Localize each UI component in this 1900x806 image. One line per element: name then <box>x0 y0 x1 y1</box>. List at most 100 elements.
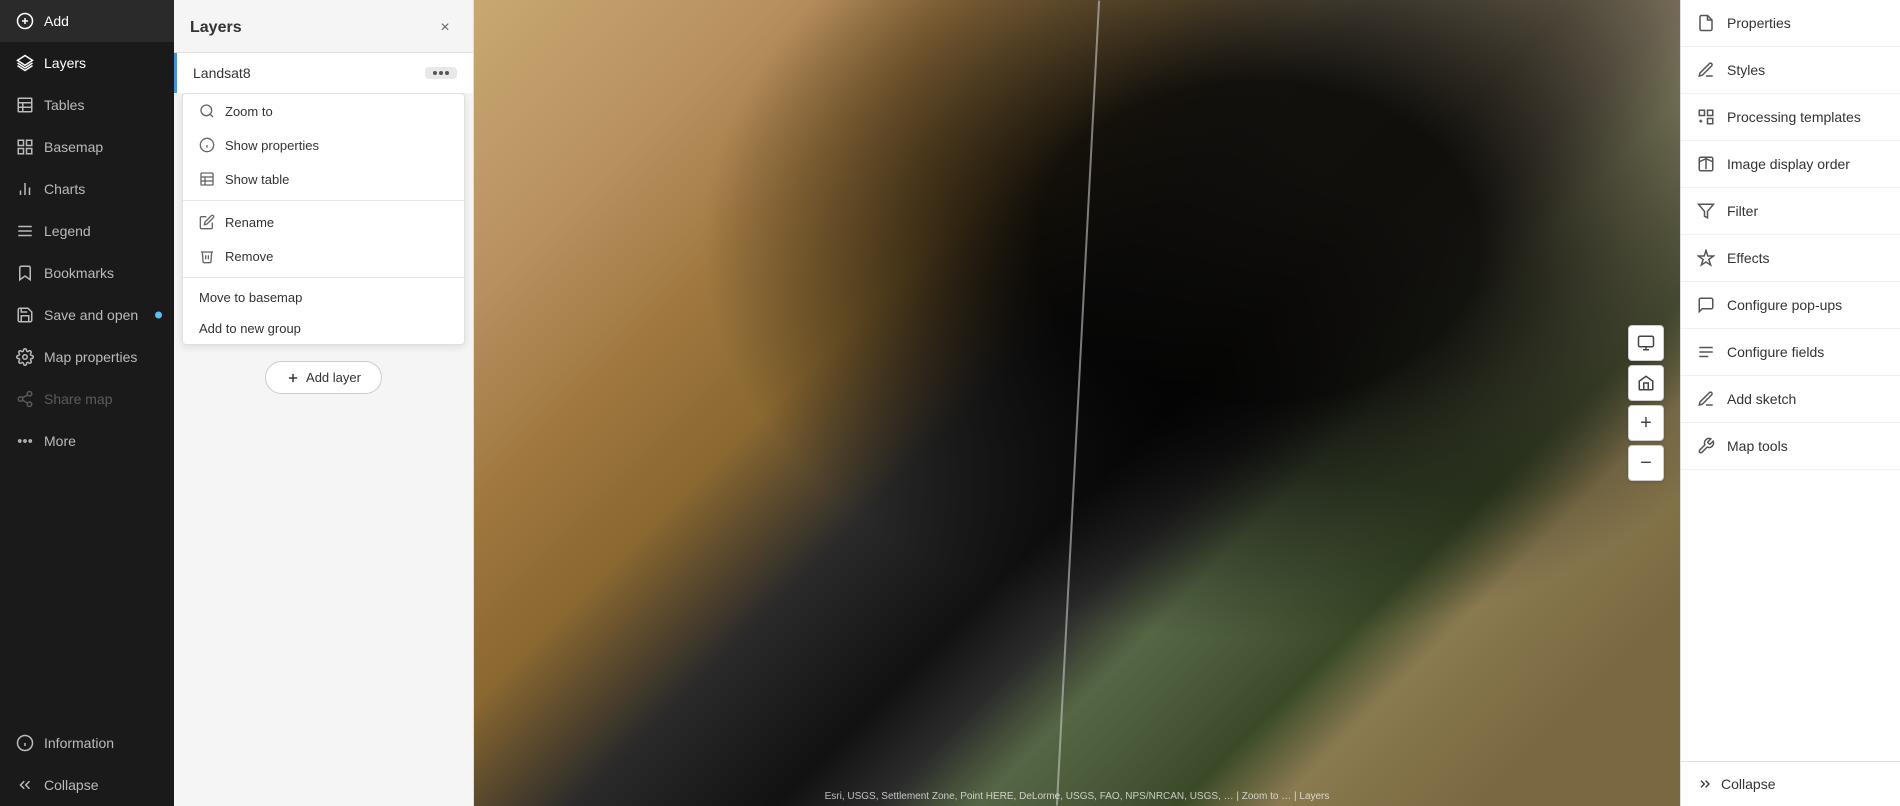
sidebar-item-more[interactable]: More <box>0 420 174 462</box>
sidebar-item-legend[interactable]: Legend <box>0 210 174 252</box>
popup-icon <box>1697 296 1715 314</box>
sidebar-item-tables[interactable]: Tables <box>0 84 174 126</box>
right-item-processing-templates[interactable]: Processing templates <box>1681 94 1900 141</box>
basemap-icon <box>16 138 34 156</box>
sidebar-item-collapse-label: Collapse <box>44 777 98 793</box>
right-item-filter-label: Filter <box>1727 203 1758 219</box>
sidebar-item-save-open-label: Save and open <box>44 307 138 323</box>
menu-item-zoom-to[interactable]: Zoom to <box>183 94 464 128</box>
home-icon <box>1637 374 1655 392</box>
sidebar-item-tables-label: Tables <box>44 97 84 113</box>
sidebar-item-add-label: Add <box>44 13 69 29</box>
layer-item-landsat8[interactable]: Landsat8 <box>174 53 473 93</box>
map-zoom-out-button[interactable]: − <box>1628 445 1664 481</box>
layers-close-button[interactable]: × <box>433 16 457 40</box>
sidebar-item-basemap-label: Basemap <box>44 139 103 155</box>
gear-icon <box>16 348 34 366</box>
menu-show-table-label: Show table <box>225 172 289 187</box>
layers-panel-header: Layers × <box>174 0 473 53</box>
sidebar-item-charts[interactable]: Charts <box>0 168 174 210</box>
layer-name: Landsat8 <box>193 65 425 81</box>
sidebar-item-save-open[interactable]: Save and open <box>0 294 174 336</box>
sidebar-item-information-label: Information <box>44 735 114 751</box>
right-collapse-label: Collapse <box>1721 776 1775 792</box>
menu-item-show-table[interactable]: Show table <box>183 162 464 196</box>
fullscreen-icon <box>1637 334 1655 352</box>
menu-show-properties-label: Show properties <box>225 138 319 153</box>
right-item-configure-popups[interactable]: Configure pop-ups <box>1681 282 1900 329</box>
menu-zoom-to-label: Zoom to <box>225 104 273 119</box>
sidebar-item-share-map[interactable]: Share map <box>0 378 174 420</box>
menu-rename-label: Rename <box>225 215 274 230</box>
sidebar-item-bookmarks[interactable]: Bookmarks <box>0 252 174 294</box>
context-menu-divider-2 <box>183 277 464 278</box>
right-item-effects[interactable]: Effects <box>1681 235 1900 282</box>
sidebar-item-basemap[interactable]: Basemap <box>0 126 174 168</box>
map-credit: Esri, USGS, Settlement Zone, Point HERE,… <box>825 791 1330 802</box>
menu-item-remove[interactable]: Remove <box>183 239 464 273</box>
save-icon <box>16 306 34 324</box>
menu-item-move-basemap[interactable]: Move to basemap <box>183 282 464 313</box>
legend-icon <box>16 222 34 240</box>
right-item-configure-fields-label: Configure fields <box>1727 344 1824 360</box>
right-collapse-button[interactable]: Collapse <box>1681 761 1900 806</box>
filter-icon <box>1697 202 1715 220</box>
effects-icon <box>1697 249 1715 267</box>
right-item-styles[interactable]: Styles <box>1681 47 1900 94</box>
chart-icon <box>16 180 34 198</box>
map-controls: + − <box>1628 325 1664 481</box>
sidebar-item-layers-label: Layers <box>44 55 86 71</box>
table-icon <box>16 96 34 114</box>
sidebar-item-layers[interactable]: Layers <box>0 42 174 84</box>
map-area[interactable]: Esri, USGS, Settlement Zone, Point HERE,… <box>474 0 1680 806</box>
sidebar-item-map-properties[interactable]: Map properties <box>0 336 174 378</box>
map-fullscreen-button[interactable] <box>1628 325 1664 361</box>
layers-panel-title: Layers <box>190 19 242 37</box>
processing-icon <box>1697 108 1715 126</box>
sketch-icon <box>1697 390 1715 408</box>
zoom-icon <box>199 103 215 119</box>
right-item-image-display-order[interactable]: Image display order <box>1681 141 1900 188</box>
add-layer-button[interactable]: Add layer <box>265 361 382 394</box>
right-item-properties-label: Properties <box>1727 15 1791 31</box>
sidebar-item-add[interactable]: Add <box>0 0 174 42</box>
right-item-filter[interactable]: Filter <box>1681 188 1900 235</box>
right-item-add-sketch[interactable]: Add sketch <box>1681 376 1900 423</box>
right-item-properties[interactable]: Properties <box>1681 0 1900 47</box>
chevrons-right-icon <box>1697 776 1713 792</box>
image-order-icon <box>1697 155 1715 173</box>
map-home-button[interactable] <box>1628 365 1664 401</box>
right-item-image-display-order-label: Image display order <box>1727 156 1850 172</box>
trash-icon <box>199 248 215 264</box>
layers-panel: Layers × Landsat8 Zoom to Show propertie… <box>174 0 474 806</box>
right-sidebar: Properties Styles Processing templates I… <box>1680 0 1900 806</box>
sidebar-item-share-map-label: Share map <box>44 391 112 407</box>
more-icon <box>16 432 34 450</box>
properties-icon <box>1697 14 1715 32</box>
menu-item-rename[interactable]: Rename <box>183 205 464 239</box>
right-item-styles-label: Styles <box>1727 62 1765 78</box>
right-item-map-tools[interactable]: Map tools <box>1681 423 1900 470</box>
info-icon <box>16 734 34 752</box>
pencil-icon <box>199 214 215 230</box>
sidebar-item-bookmarks-label: Bookmarks <box>44 265 114 281</box>
sidebar-item-information[interactable]: Information <box>0 722 174 764</box>
sidebar-item-legend-label: Legend <box>44 223 91 239</box>
info-circle-icon <box>199 137 215 153</box>
menu-remove-label: Remove <box>225 249 273 264</box>
sidebar-item-map-properties-label: Map properties <box>44 349 137 365</box>
share-icon <box>16 390 34 408</box>
styles-icon <box>1697 61 1715 79</box>
menu-item-add-group[interactable]: Add to new group <box>183 313 464 344</box>
context-menu-divider-1 <box>183 200 464 201</box>
sidebar-item-charts-label: Charts <box>44 181 85 197</box>
plus-icon <box>286 371 300 385</box>
sidebar-item-collapse[interactable]: Collapse <box>0 764 174 806</box>
layer-more-button[interactable] <box>425 67 457 79</box>
right-item-configure-fields[interactable]: Configure fields <box>1681 329 1900 376</box>
layers-icon <box>16 54 34 72</box>
map-zoom-in-button[interactable]: + <box>1628 405 1664 441</box>
right-item-add-sketch-label: Add sketch <box>1727 391 1796 407</box>
save-open-dot <box>155 312 162 319</box>
menu-item-show-properties[interactable]: Show properties <box>183 128 464 162</box>
